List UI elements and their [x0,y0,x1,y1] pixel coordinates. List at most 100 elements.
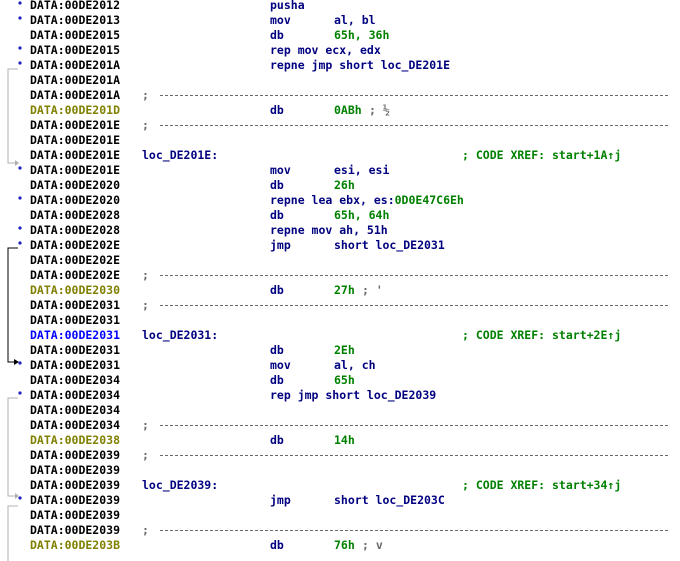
listing-line[interactable]: DATA:00DE201A [30,73,680,88]
disassembly-listing[interactable]: DATA:00DE2012 pusha DATA:00DE2013 mov al, bl… [30,0,680,553]
mnemonic[interactable]: db [270,538,284,553]
listing-line[interactable]: DATA:00DE201E; [30,118,680,133]
listing-line[interactable]: DATA:00DE203B db 76h ; v [30,538,680,553]
mnemonic[interactable]: mov [270,163,291,178]
operand[interactable]: 2Eh [334,343,355,358]
listing-line[interactable]: DATA:00DE2038 db 14h [30,433,680,448]
listing-line[interactable]: DATA:00DE2031 mov al, ch [30,358,680,373]
listing-line[interactable]: DATA:00DE2034 rep jmp short loc_DE2039 [30,388,680,403]
listing-line[interactable]: DATA:00DE2015 db 65h, 36h [30,28,680,43]
mnemonic[interactable]: db [270,373,284,388]
mnemonic[interactable]: db [270,283,284,298]
mnemonic[interactable]: rep mov ecx, edx [270,43,381,58]
address: DATA:00DE201E [30,133,121,147]
listing-line[interactable]: DATA:00DE201E mov esi, esi [30,163,680,178]
instruction-marker-dot [18,61,22,65]
listing-line[interactable]: DATA:00DE2034 db 65h [30,373,680,388]
address: DATA:00DE2034 [30,403,121,417]
listing-line[interactable]: DATA:00DE202E [30,253,680,268]
listing-line[interactable]: DATA:00DE2013 mov al, bl [30,13,680,28]
mnemonic[interactable]: rep jmp short loc_DE2039 [270,388,436,403]
operand[interactable]: 14h [334,433,355,448]
mnemonic[interactable]: db [270,208,284,223]
mnemonic[interactable]: repne lea ebx, es:0D0E47C6Eh [270,193,464,208]
listing-line[interactable]: DATA:00DE2020 repne lea ebx, es:0D0E47C6E… [30,193,680,208]
listing-line[interactable]: DATA:00DE201A repne jmp short loc_DE201E [30,58,680,73]
address: DATA:00DE2028 [30,223,121,237]
operand[interactable]: 76h [334,538,355,553]
address: DATA:00DE2031 [30,313,121,327]
address: DATA:00DE2015 [30,28,121,42]
listing-line[interactable]: DATA:00DE2034; [30,418,680,433]
listing-line[interactable]: DATA:00DE2012 pusha [30,0,680,13]
operand[interactable]: 26h [334,178,355,193]
xref-comment[interactable]: ; CODE XREF: start+34↑j [462,478,621,493]
listing-line[interactable]: DATA:00DE2030 db 27h ; ' [30,283,680,298]
mnemonic[interactable]: repne mov ah, 51h [270,223,388,238]
mnemonic[interactable]: jmp [270,238,291,253]
operand[interactable]: al, ch [334,358,376,373]
mnemonic[interactable]: mov [270,358,291,373]
instruction-marker-dot [18,46,22,50]
operand[interactable]: al, bl [334,13,376,28]
code-label[interactable]: loc_DE2031: [142,328,218,343]
listing-line[interactable]: DATA:00DE201A; [30,88,680,103]
code-label[interactable]: loc_DE2039: [142,478,218,493]
listing-line[interactable]: DATA:00DE2039 [30,508,680,523]
listing-line[interactable]: DATA:00DE2031 db 2Eh [30,343,680,358]
mnemonic[interactable]: db [270,433,284,448]
listing-line[interactable]: DATA:00DE202E jmp short loc_DE2031 [30,238,680,253]
address: DATA:00DE201E [30,148,121,162]
listing-line[interactable]: DATA:00DE2031 loc_DE2031: ; CODE XREF: sta… [30,328,680,343]
operand[interactable]: short loc_DE203C [334,493,445,508]
address: DATA:00DE202E [30,253,121,267]
operand[interactable]: 65h [334,373,355,388]
mnemonic[interactable]: pusha [270,0,305,13]
instruction-marker-dot [18,226,22,230]
address: DATA:00DE2030 [30,283,121,297]
operand[interactable]: 0ABh [334,103,362,118]
listing-line[interactable]: DATA:00DE2039 loc_DE2039: ; CODE XREF: sta… [30,478,680,493]
mnemonic[interactable]: mov [270,13,291,28]
listing-line[interactable]: DATA:00DE2028 repne mov ah, 51h [30,223,680,238]
listing-line[interactable]: DATA:00DE2015 rep mov ecx, edx [30,43,680,58]
listing-line[interactable]: DATA:00DE2031; [30,298,680,313]
listing-line[interactable]: DATA:00DE201E loc_DE201E: ; CODE XREF: sta… [30,148,680,163]
xref-comment[interactable]: ; CODE XREF: start+2E↑j [462,328,621,343]
listing-line[interactable]: DATA:00DE2039 [30,463,680,478]
xref-comment[interactable]: ; CODE XREF: start+1A↑j [462,148,621,163]
address: DATA:00DE202E [30,268,121,282]
instruction-marker-dot [18,361,22,365]
listing-line[interactable]: DATA:00DE202E; [30,268,680,283]
listing-line[interactable]: DATA:00DE2028 db 65h, 64h [30,208,680,223]
address: DATA:00DE2039 [30,508,121,522]
operand[interactable]: 27h [334,283,355,298]
listing-line[interactable]: DATA:00DE201E [30,133,680,148]
listing-line[interactable]: DATA:00DE2039 jmp short loc_DE203C [30,493,680,508]
address: DATA:00DE201D [30,103,121,117]
jump-arrow-loc-DE2031 [7,247,18,363]
address: DATA:00DE201A [30,88,121,102]
listing-line[interactable]: DATA:00DE2034 [30,403,680,418]
code-label[interactable]: loc_DE201E: [142,148,218,163]
mnemonic[interactable]: jmp [270,493,291,508]
listing-line[interactable]: DATA:00DE2039; [30,523,680,538]
mnemonic[interactable]: db [270,103,284,118]
operand[interactable]: 65h, 64h [334,208,389,223]
mnemonic[interactable]: repne jmp short loc_DE201E [270,58,450,73]
address: DATA:00DE2034 [30,418,121,432]
listing-line[interactable]: DATA:00DE2031 [30,313,680,328]
operand[interactable]: 65h, 36h [334,28,389,43]
operand[interactable]: esi, esi [334,163,389,178]
listing-line[interactable]: DATA:00DE201D db 0ABh ; ½ [30,103,680,118]
separator-line: ; [142,448,668,463]
mnemonic[interactable]: db [270,28,284,43]
listing-line[interactable]: DATA:00DE2039; [30,448,680,463]
operand[interactable]: short loc_DE2031 [334,238,445,253]
mnemonic[interactable]: db [270,343,284,358]
mnemonic[interactable]: db [270,178,284,193]
jump-arrow-head [15,493,19,499]
operand-value: 0D0E47C6Eh [394,193,464,207]
address: DATA:00DE2039 [30,448,121,462]
listing-line[interactable]: DATA:00DE2020 db 26h [30,178,680,193]
